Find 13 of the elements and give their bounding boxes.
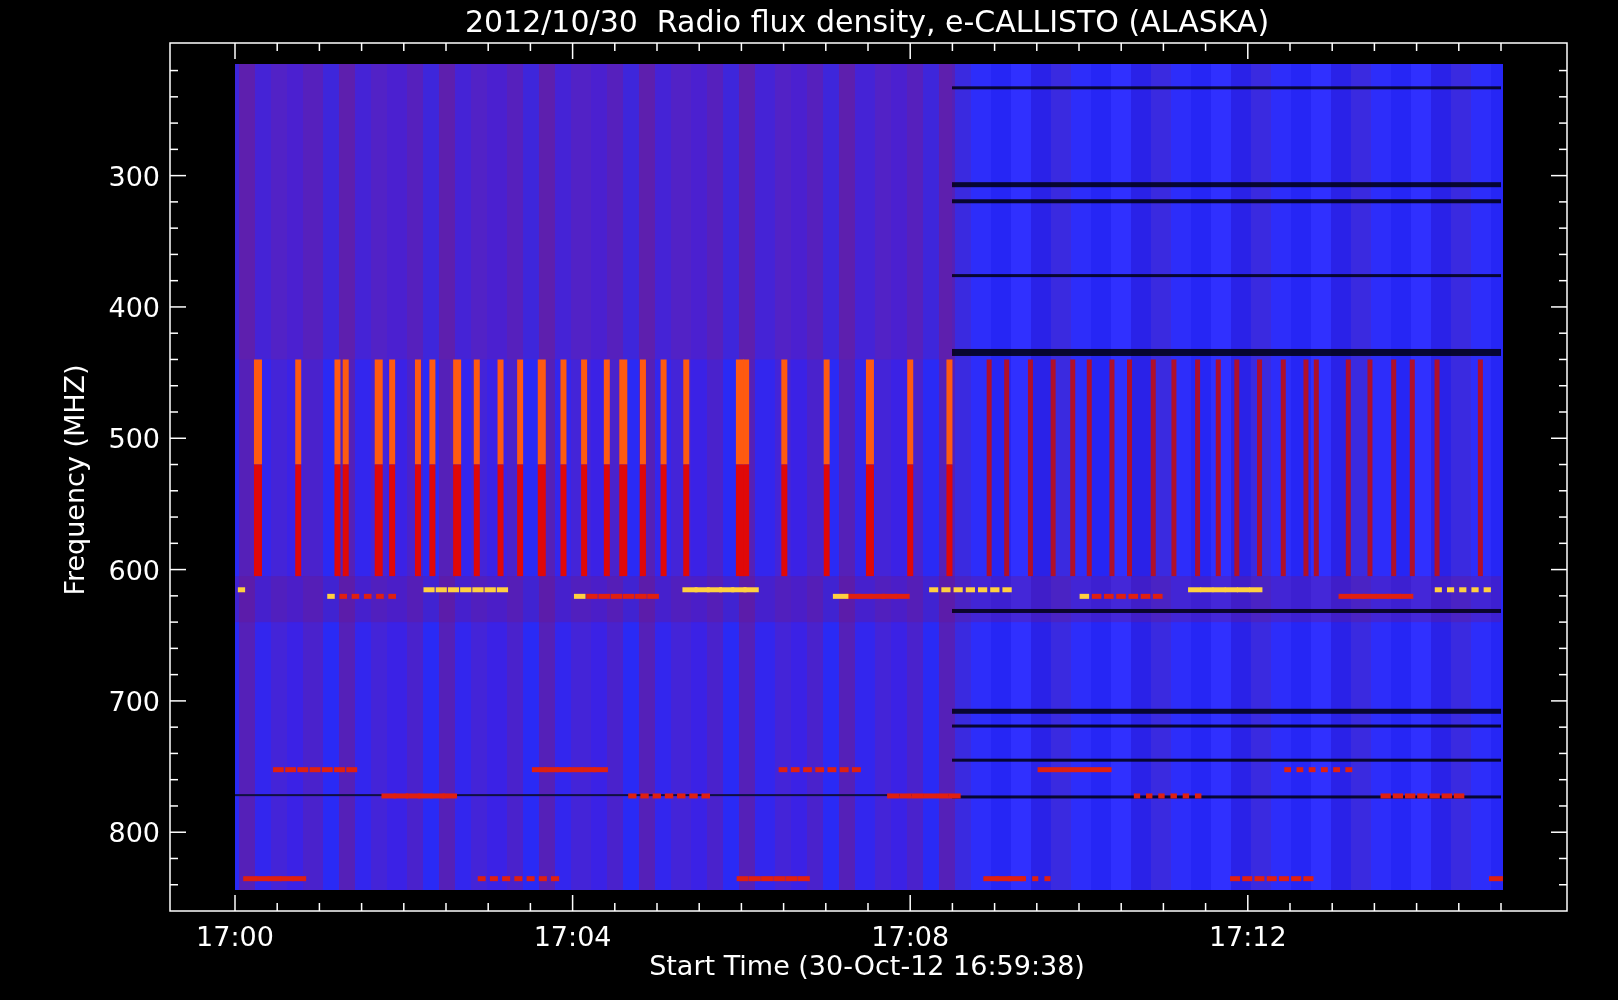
y-axis-label: Frequency (MHZ) (59, 364, 90, 596)
y-tick-label: 500 (108, 423, 160, 455)
x-tick-label: 17:12 (1208, 921, 1287, 952)
y-tick-label: 800 (108, 817, 160, 849)
x-tick-label: 17:04 (533, 921, 612, 952)
y-tick-label: 400 (108, 291, 160, 323)
x-tick-label: 17:00 (196, 921, 274, 952)
x-tick-label: 17:08 (871, 921, 950, 952)
y-tick-label: 700 (108, 685, 160, 717)
plot-title: 2012/10/30 Radio flux density, e-CALLISTO (ALASKA) (464, 4, 1270, 39)
y-tick-label: 600 (108, 554, 160, 586)
x-axis-label: Start Time (30-Oct-12 16:59:38) (649, 950, 1085, 981)
y-tick-label: 300 (108, 160, 160, 192)
